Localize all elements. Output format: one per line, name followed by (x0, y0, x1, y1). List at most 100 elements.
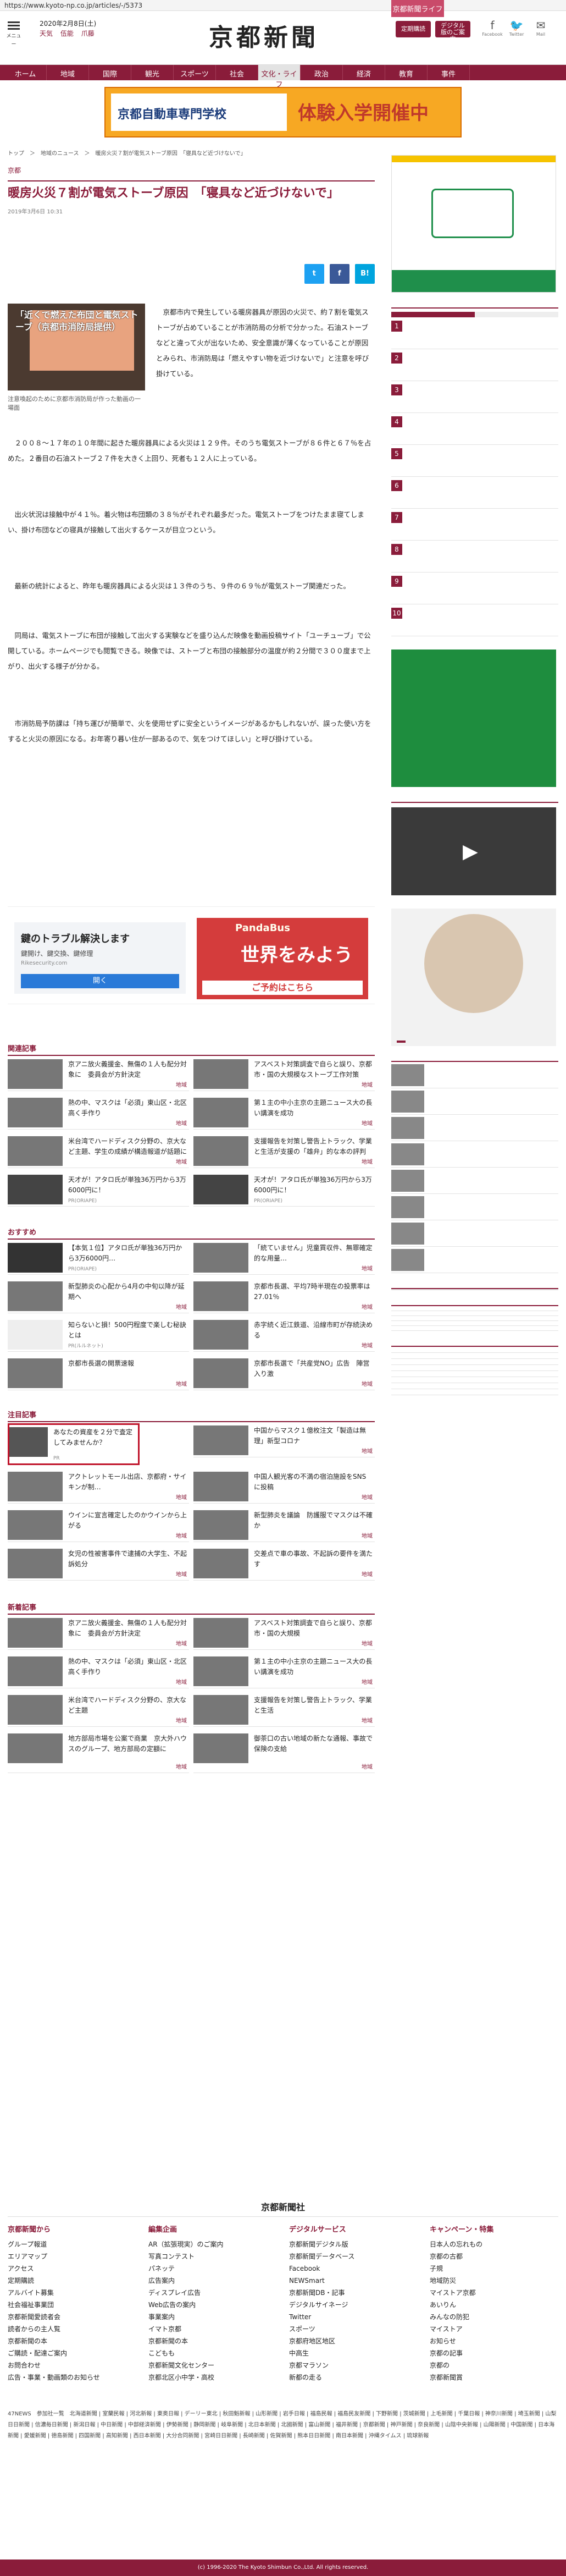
list-item[interactable]: 京都市長選、平均7時半現在の投票率は27.01％ 地域 (193, 1279, 375, 1313)
kouekisha-ad[interactable] (391, 649, 556, 787)
list-item[interactable]: 米台湾でハードディスク分野の、京大など主題、学生の成績が構造報道が話題に 地域 (8, 1134, 189, 1168)
footer-link[interactable]: Facebook (289, 2263, 399, 2275)
pickup-item[interactable] (391, 1247, 558, 1273)
footer-link[interactable]: Twitter (289, 2311, 399, 2323)
footer-link[interactable]: 広告・事業・動画類のお知らせ (8, 2371, 118, 2384)
press-item[interactable] (391, 1353, 558, 1359)
footer-link[interactable]: あいりん (430, 2299, 540, 2311)
list-item[interactable]: 「統ていません」児童買収件、無罪確定的な用量… 地域 (193, 1241, 375, 1275)
footer-link[interactable]: 京都新聞文化センター (148, 2359, 258, 2371)
footer-link[interactable]: 地域防災 (430, 2275, 540, 2287)
footer-link[interactable]: 京都新聞データベース (289, 2250, 399, 2263)
footer-link[interactable]: 京都新聞デジタル版 (289, 2238, 399, 2250)
ranking-item[interactable]: 3 (391, 381, 558, 413)
list-item[interactable]: 京アニ放火義援金、無傷の１人も配分対象に 委員会が方針決定 地域 (8, 1616, 189, 1650)
portrait-ad[interactable] (391, 909, 556, 1046)
press-item[interactable] (391, 1347, 558, 1353)
ad-cta[interactable]: ご予約はこちら (202, 981, 363, 995)
nav-life[interactable]: 京都新聞ライフ (391, 0, 444, 17)
tab-kyoto-shiga[interactable] (391, 312, 475, 317)
list-item[interactable]: 熱の中、マスクは「必須」東山区・北区高く手作り 地域 (8, 1096, 189, 1130)
footer-link[interactable]: お知らせ (430, 2335, 540, 2347)
footer-link[interactable]: 定期購読 (8, 2275, 118, 2287)
footer-link[interactable]: マイストア (430, 2323, 540, 2335)
ranking-item[interactable]: 5 (391, 445, 558, 477)
video-player[interactable]: ▶ (391, 807, 556, 895)
footer-link[interactable]: 京都の古都 (430, 2250, 540, 2263)
footer-link[interactable]: 社会福祉事業団 (8, 2299, 118, 2311)
hatena-share-icon[interactable]: B! (355, 264, 375, 284)
pickup-item[interactable] (391, 1141, 558, 1168)
footer-link[interactable]: 京都新聞愛読者会 (8, 2311, 118, 2323)
footer-link[interactable]: 京都マラソン (289, 2359, 399, 2371)
footer-link[interactable]: 中高生 (289, 2347, 399, 2359)
weather-link[interactable]: 爪藤 (81, 30, 95, 37)
menu-button[interactable]: メニュー (5, 20, 22, 47)
list-item[interactable]: 新型肺炎を議論 防護服でマスクは不確か 地域 (193, 1508, 375, 1542)
footer-link[interactable]: こどもも (148, 2347, 258, 2359)
press-item[interactable] (391, 1359, 558, 1365)
list-item[interactable]: 天才が！アタロ氏が単独36万円から3万6000円に！ PR(ORIAPE) (193, 1173, 375, 1207)
footer-link[interactable]: 京都の (430, 2359, 540, 2371)
press-item[interactable] (391, 1365, 558, 1371)
nav-travel[interactable]: 観光 (131, 65, 174, 80)
footer-link[interactable]: 広告案内 (148, 2275, 258, 2287)
footer-link[interactable]: デジタルサイネージ (289, 2299, 399, 2311)
list-item[interactable]: アクトレットモール出店、京都府・サイキンが制… 地域 (8, 1469, 189, 1504)
group-news-item[interactable] (391, 1326, 558, 1331)
nav-politics[interactable]: 政治 (301, 65, 343, 80)
footer-link[interactable]: エリアマップ (8, 2250, 118, 2263)
list-item[interactable]: アスベスト対策調査で自らと誤り、京都市・国の大規模なストーブ工作対策 地域 (193, 1057, 375, 1091)
press-item[interactable] (391, 1383, 558, 1389)
network-links[interactable]: 47NEWS 参加社一覧 北海道新聞 | 室蘭民報 | 河北新報 | 東奥日報 … (8, 2409, 558, 2442)
footer-link[interactable]: グループ報道 (8, 2238, 118, 2250)
nav-incidents[interactable]: 事件 (428, 65, 470, 80)
breadcrumb[interactable]: トップ ＞ 地域のニュース ＞ 暖房火災７割が電気ストーブ原因 「寝具など近づけ… (8, 144, 375, 157)
pickup-item[interactable] (391, 1088, 558, 1115)
pickup-item[interactable] (391, 1194, 558, 1220)
press-item[interactable] (391, 1377, 558, 1383)
facebook-share-icon[interactable]: f (329, 264, 349, 284)
twitter-link[interactable]: 🐦 Twitter (506, 19, 528, 37)
list-item[interactable]: ウインに宣言確定したのかウインから上がる 地域 (8, 1508, 189, 1542)
facebook-link[interactable]: f Facebook (481, 19, 503, 37)
footer-link[interactable]: アクセス (8, 2263, 118, 2275)
list-item[interactable]: アスベスト対策調査で自らと誤り、京都市・国の大規模 地域 (193, 1616, 375, 1650)
footer-link[interactable]: 写真コンテスト (148, 2250, 258, 2263)
footer-link[interactable]: 京都新聞DB・記事 (289, 2287, 399, 2299)
weather-link[interactable]: 伍能 (60, 30, 74, 37)
footer-link[interactable]: Web広告の案内 (148, 2299, 258, 2311)
list-item[interactable]: 支援報告を対策し警告上トラック、学業と生活 地域 (193, 1693, 375, 1727)
list-item[interactable]: あなたの資産を２分で査定してみませんか？ PR (8, 1423, 140, 1465)
list-item[interactable]: 女児の性被害事件で逮捕の大学生、不起訴処分 地域 (8, 1546, 189, 1581)
list-item[interactable]: 熱の中、マスクは「必須」東山区・北区高く手作り 地域 (8, 1654, 189, 1688)
tab-national[interactable] (475, 312, 558, 317)
pickup-item[interactable] (391, 1062, 558, 1088)
subscribe-button[interactable]: 定期購読 (396, 21, 431, 37)
list-item[interactable]: 交差点で車の事故、不起訴の要件を満たす 地域 (193, 1546, 375, 1581)
group-news-item[interactable] (391, 1321, 558, 1326)
list-item[interactable]: 京都市長選の開票速報 地域 (8, 1356, 189, 1390)
footer-link[interactable]: 日本人の忘れもの (430, 2238, 540, 2250)
pickup-item[interactable] (391, 1115, 558, 1141)
press-item[interactable] (391, 1389, 558, 1395)
group-news-item[interactable] (391, 1311, 558, 1316)
ranking-item[interactable]: 10 (391, 604, 558, 636)
ranking-item[interactable]: 7 (391, 509, 558, 541)
footer-link[interactable]: 新都の走る (289, 2371, 399, 2384)
article-photo[interactable]: 「近くで燃えた布団と電気ストーブ（京都市消防局提供） (8, 304, 145, 390)
footer-link[interactable]: お問合わせ (8, 2359, 118, 2371)
nav-world[interactable]: 国際 (89, 65, 131, 80)
ad-detail-button[interactable] (397, 1041, 406, 1043)
ranking-item[interactable]: 9 (391, 573, 558, 604)
pandabus-ad[interactable]: PandaBus 世界をみよう ご予約はこちら (197, 918, 368, 999)
footer-link[interactable]: 京都新聞の本 (8, 2335, 118, 2347)
list-item[interactable]: 赤字続く近江鉄道、沿線市町が存続決める 地域 (193, 1318, 375, 1352)
footer-link[interactable]: パネッテ (148, 2263, 258, 2275)
list-item[interactable]: 第１主の中小主京の主題ニュース大の長い講演を成功 地域 (193, 1654, 375, 1688)
article-category[interactable]: 京都 (8, 166, 375, 175)
nav-society[interactable]: 社会 (216, 65, 258, 80)
footer-link[interactable]: スポーツ (289, 2323, 399, 2335)
nav-culture[interactable]: 文化・ライフ (258, 65, 301, 89)
weather-link[interactable]: 天気 (40, 30, 53, 37)
